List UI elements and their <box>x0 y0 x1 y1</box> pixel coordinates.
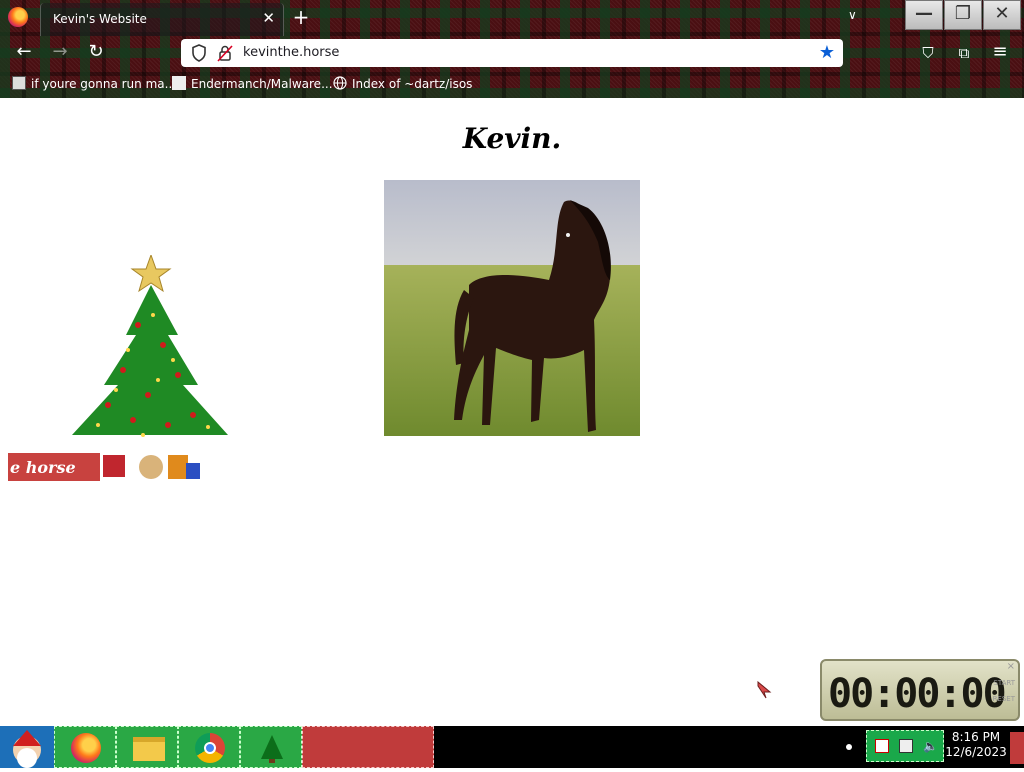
browser-chrome: Kevin's Website ✕ + ∨ — ❐ ✕ ← → ↻ ⛉ ⧉ ≡ … <box>0 0 1024 98</box>
url-text[interactable]: kevinthe.horse <box>243 45 339 60</box>
taskbar-chrome[interactable] <box>178 726 240 768</box>
tab-close-icon[interactable]: ✕ <box>262 9 275 27</box>
network-icon[interactable] <box>899 739 913 753</box>
bookmark-label: Endermanch/Malware... <box>191 77 333 91</box>
countdown-timer-widget[interactable]: 00:00:00 × START RESET <box>820 659 1020 721</box>
tab-title: Kevin's Website <box>53 12 147 26</box>
shield-icon[interactable] <box>191 44 207 62</box>
bookmark-item[interactable]: Index of ~dartz/isos <box>333 76 472 91</box>
timer-display: 00:00:00 <box>828 671 1007 717</box>
taskbar-empty-slot[interactable] <box>302 726 434 768</box>
reload-button[interactable]: ↻ <box>82 41 110 62</box>
horse-image <box>384 180 640 436</box>
santa-icon <box>13 730 41 768</box>
github-icon <box>172 76 186 90</box>
close-window-button[interactable]: ✕ <box>983 0 1021 30</box>
bookmark-item[interactable]: Endermanch/Malware... <box>172 76 333 91</box>
back-button[interactable]: ← <box>10 41 38 62</box>
lock-icon[interactable] <box>217 44 233 62</box>
show-desktop-button[interactable] <box>1010 732 1024 764</box>
url-bar[interactable]: kevinthe.horse ★ <box>181 39 843 67</box>
flag-icon[interactable] <box>875 739 889 753</box>
page-title: Kevin. <box>462 122 562 155</box>
taskbar: 🔈 8:16 PM 12/6/2023 <box>0 726 1024 768</box>
pocket-button[interactable]: ⛉ <box>914 44 942 62</box>
system-clock[interactable]: 8:16 PM 12/6/2023 <box>944 730 1008 760</box>
notification-dot <box>846 744 852 750</box>
bookmark-label: Index of ~dartz/isos <box>352 77 473 91</box>
tab-kevins-website[interactable]: Kevin's Website ✕ <box>40 3 284 36</box>
bookmark-item[interactable]: if youre gonna run ma... <box>12 76 176 91</box>
christmas-tree-icon <box>261 735 283 763</box>
minimize-button[interactable]: — <box>905 0 943 30</box>
app-menu-button[interactable]: ≡ <box>986 41 1014 62</box>
firefox-icon <box>71 733 101 763</box>
taskbar-firefox[interactable] <box>54 726 116 768</box>
computer-icon <box>12 76 26 90</box>
globe-icon <box>333 76 347 90</box>
timer-start-button[interactable]: START <box>993 679 1015 687</box>
start-button[interactable] <box>0 726 54 768</box>
system-tray[interactable]: 🔈 <box>866 730 944 762</box>
page-content: Kevin. e horse <box>0 98 1024 726</box>
taskbar-file-explorer[interactable] <box>116 726 178 768</box>
extensions-button[interactable]: ⧉ <box>950 44 978 62</box>
clock-date: 12/6/2023 <box>945 745 1007 759</box>
clock-time: 8:16 PM <box>951 730 1001 744</box>
bookmark-label: if youre gonna run ma... <box>31 77 177 91</box>
folder-icon <box>133 737 165 761</box>
list-all-tabs-button[interactable]: ∨ <box>848 8 857 22</box>
restore-button[interactable]: ❐ <box>944 0 982 30</box>
timer-close-button[interactable]: × <box>1007 661 1015 672</box>
tab-bar: Kevin's Website ✕ + ∨ — ❐ ✕ <box>0 0 1024 36</box>
new-tab-button[interactable]: + <box>290 5 312 29</box>
bookmarks-toolbar: if youre gonna run ma... Endermanch/Malw… <box>0 70 1024 98</box>
chrome-icon <box>195 733 225 763</box>
christmas-tree-image: e horse <box>8 255 228 481</box>
timer-reset-button[interactable]: RESET <box>993 695 1015 703</box>
mouse-cursor-icon <box>757 680 772 699</box>
volume-icon[interactable]: 🔈 <box>923 739 938 753</box>
bookmark-star-icon[interactable]: ★ <box>819 42 835 63</box>
taskbar-christmas-tree[interactable] <box>240 726 302 768</box>
tree-banner-text: e horse <box>10 458 76 477</box>
forward-button[interactable]: → <box>46 41 74 62</box>
firefox-icon[interactable] <box>8 7 28 27</box>
